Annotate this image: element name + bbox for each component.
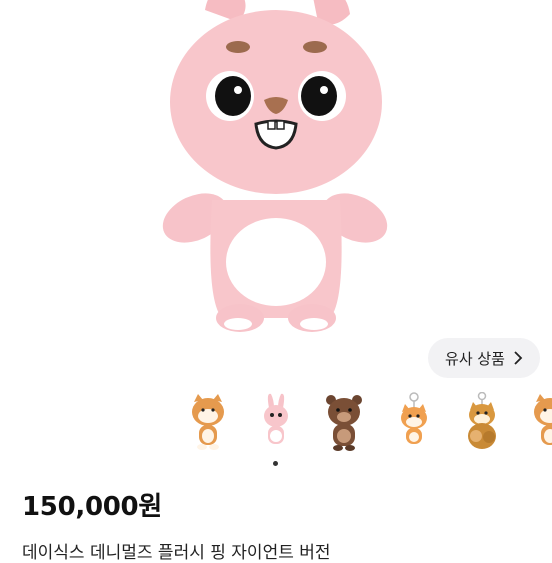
carousel-indicator-dot bbox=[273, 461, 278, 466]
similar-products-button[interactable]: 유사 상품 bbox=[428, 338, 540, 378]
plush-belly bbox=[226, 218, 326, 306]
shiba-plush-icon[interactable] bbox=[528, 392, 552, 456]
plush-left-eye bbox=[215, 76, 251, 116]
chevron-right-icon bbox=[514, 351, 523, 365]
plush-left-brow bbox=[226, 41, 250, 53]
fox-keyring-icon[interactable] bbox=[392, 392, 436, 456]
plush-right-brow bbox=[303, 41, 327, 53]
product-price: 150,000원 bbox=[22, 492, 162, 522]
thumbnail-strip bbox=[0, 392, 552, 462]
bunny-plush-icon[interactable] bbox=[254, 392, 298, 456]
product-title: 데이식스 데니멀즈 플러시 핑 자이언트 버전 bbox=[22, 543, 331, 563]
product-image[interactable] bbox=[0, 0, 552, 380]
shiba-plush-icon[interactable] bbox=[186, 392, 230, 456]
plush-right-eye bbox=[301, 76, 337, 116]
similar-products-label: 유사 상품 bbox=[445, 349, 505, 368]
bear-plush-icon[interactable] bbox=[322, 392, 366, 456]
dog-keyring-icon[interactable] bbox=[460, 392, 504, 456]
